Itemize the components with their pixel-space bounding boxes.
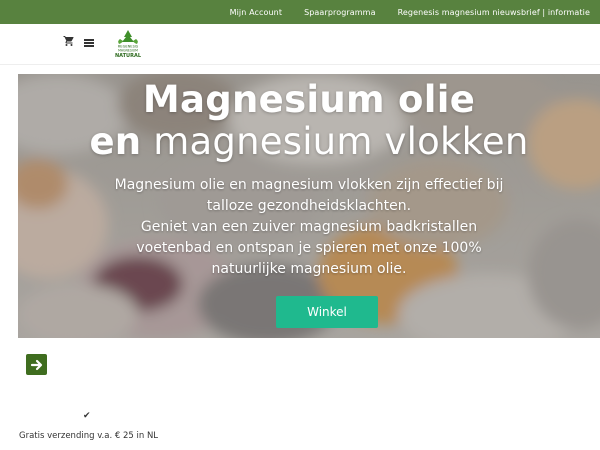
hero-title-line1: Magnesium olie [142, 78, 476, 121]
hero-title-line2: en magnesium vlokken [18, 120, 600, 163]
hero-text-paragraph: Geniet van een zuiver magnesium badkrist… [136, 219, 482, 277]
link-mijn-account[interactable]: Mijn Account [230, 8, 282, 17]
svg-text:MAGNESIUM: MAGNESIUM [118, 49, 138, 53]
check-icon: ✔ [83, 411, 91, 421]
top-bar: Mijn Account Spaarprogramma Regenesis ma… [0, 0, 600, 24]
arrow-right-icon [30, 359, 42, 370]
hero-banner: Magnesium olie en magnesium vlokken Magn… [18, 74, 600, 338]
cart-icon[interactable] [63, 35, 75, 47]
shipping-info-text: Gratis verzending v.a. € 25 in NL [19, 431, 159, 441]
shop-button[interactable]: Winkel [276, 296, 378, 328]
site-header: REGENESIS MAGNESIUM NATURAL [0, 24, 600, 65]
svg-text:NATURAL: NATURAL [115, 53, 142, 59]
link-spaarprogramma[interactable]: Spaarprogramma [304, 8, 376, 17]
hamburger-menu-icon[interactable] [84, 39, 94, 47]
arrow-right-button[interactable] [26, 354, 47, 375]
hero-text-paragraph: Magnesium olie en magnesium vlokken zijn… [114, 177, 504, 214]
hero-title-bold-word: en [89, 120, 142, 163]
hero-title-rest: magnesium vlokken [141, 120, 529, 163]
link-nieuwsbrief-informatie[interactable]: Regenesis magnesium nieuwsbrief | inform… [398, 8, 590, 17]
hero-description: Magnesium olie en magnesium vlokken zijn… [104, 175, 514, 280]
header-divider [0, 64, 600, 65]
site-logo[interactable]: REGENESIS MAGNESIUM NATURAL [114, 29, 142, 59]
